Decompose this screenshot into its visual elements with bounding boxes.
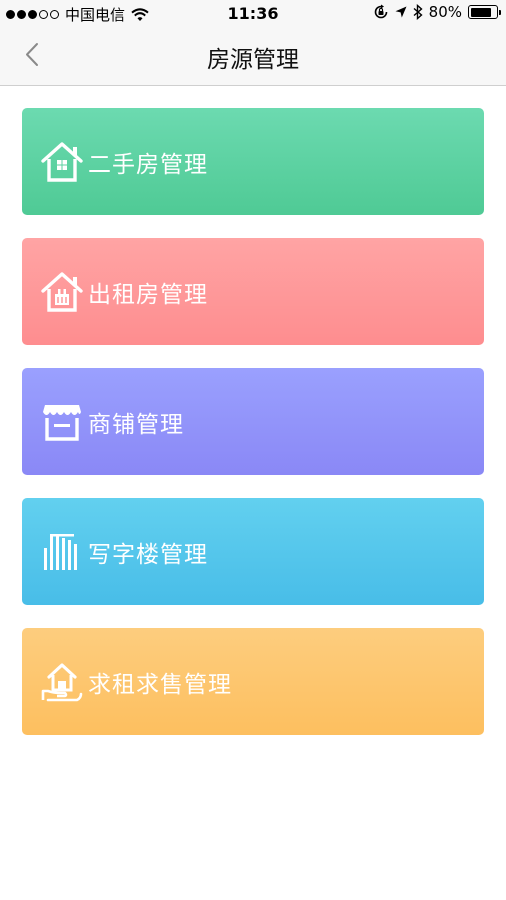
battery-level bbox=[470, 7, 491, 17]
house-icon bbox=[40, 140, 84, 184]
status-bar: 中国电信 11:36 80% bbox=[0, 0, 506, 28]
page-title: 房源管理 bbox=[207, 47, 299, 73]
card-label: 写字楼管理 bbox=[88, 541, 208, 568]
status-right: 80% bbox=[373, 3, 501, 21]
card-wanted-rent-sale[interactable]: 求租求售管理 bbox=[22, 628, 484, 735]
shop-icon bbox=[40, 400, 84, 444]
nav-bar: 房源管理 bbox=[0, 28, 506, 86]
property-type-list: 二手房管理 出租房管理 商铺管理 写字楼管理 求租求售管理 bbox=[22, 108, 484, 758]
card-rental-house[interactable]: 出租房管理 bbox=[22, 238, 484, 345]
card-label: 求租求售管理 bbox=[88, 671, 232, 698]
bluetooth-icon bbox=[413, 4, 423, 20]
card-label: 商铺管理 bbox=[88, 411, 184, 438]
house-rent-icon bbox=[40, 270, 84, 314]
card-label: 二手房管理 bbox=[88, 151, 208, 178]
card-shop[interactable]: 商铺管理 bbox=[22, 368, 484, 475]
card-office-building[interactable]: 写字楼管理 bbox=[22, 498, 484, 605]
battery-percent: 80% bbox=[428, 3, 462, 21]
card-label: 出租房管理 bbox=[88, 281, 208, 308]
battery-icon bbox=[468, 5, 501, 19]
house-hand-icon bbox=[40, 660, 84, 704]
office-building-icon bbox=[40, 530, 84, 574]
orientation-lock-icon bbox=[374, 4, 387, 19]
card-second-hand-house[interactable]: 二手房管理 bbox=[22, 108, 484, 215]
location-arrow-icon bbox=[395, 6, 407, 18]
